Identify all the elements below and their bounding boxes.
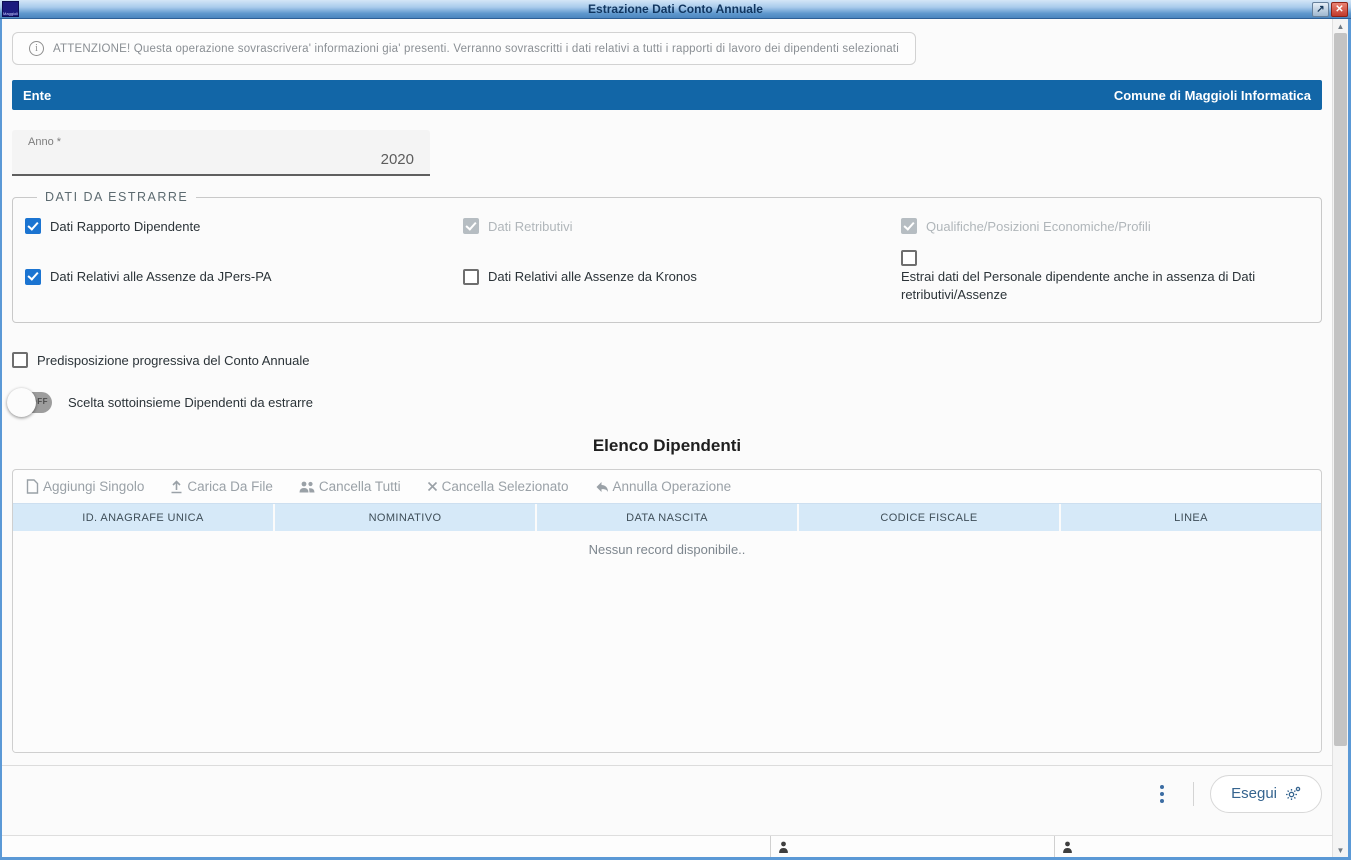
elenco-dipendenti-title: Elenco Dipendenti [2, 436, 1332, 456]
table-header-row: ID. ANAGRAFE UNICA NOMINATIVO DATA NASCI… [13, 503, 1321, 531]
checkbox-dati-retributivi: Dati Retributivi [463, 218, 901, 234]
checkbox-checked-disabled-icon [463, 218, 479, 234]
grid-toolbar: Aggiungi Singolo Carica Da File Cancella… [13, 470, 1321, 503]
esegui-label: Esegui [1231, 785, 1277, 802]
warning-text: ATTENZIONE! Questa operazione sovrascriv… [53, 43, 899, 55]
checkbox-unchecked-icon[interactable] [12, 352, 28, 368]
action-footer: Esegui [2, 766, 1332, 821]
checkbox-qualifiche-posizioni: Qualifiche/Posizioni Economiche/Profili [901, 218, 1309, 234]
footer-separator [1193, 782, 1194, 806]
close-button[interactable]: ✕ [1331, 2, 1348, 17]
checkbox-unchecked-icon[interactable] [463, 269, 479, 285]
cancella-tutti-button[interactable]: Cancella Tutti [299, 479, 401, 494]
anno-label: Anno * [28, 136, 414, 148]
toggle-scelta-sottoinsieme[interactable]: OFF Scelta sottoinsieme Dipendenti da es… [12, 392, 1332, 413]
checkbox-assenze-jpers-pa[interactable]: Dati Relativi alle Assenze da JPers-PA [25, 250, 463, 303]
close-x-icon [427, 481, 438, 492]
checkbox-predisposizione-progressiva[interactable]: Predisposizione progressiva del Conto An… [12, 352, 1332, 368]
column-header-linea: LINEA [1059, 504, 1321, 531]
column-header-data-nascita: DATA NASCITA [535, 504, 797, 531]
people-icon [299, 480, 315, 493]
empty-table-message: Nessun record disponibile.. [13, 531, 1321, 557]
user-icon [1062, 841, 1073, 853]
user-icon [778, 841, 789, 853]
scrollbar-thumb[interactable] [1334, 33, 1347, 746]
checkbox-estrai-personale[interactable]: Estrai dati del Personale dipendente anc… [901, 250, 1281, 303]
anno-field[interactable]: Anno * 2020 [12, 130, 430, 176]
ente-value: Comune di Maggioli Informatica [1114, 88, 1311, 103]
scroll-up-icon[interactable]: ▲ [1333, 19, 1348, 33]
toggle-knob[interactable] [7, 388, 36, 417]
checkbox-unchecked-icon[interactable] [901, 250, 917, 266]
carica-da-file-button[interactable]: Carica Da File [170, 479, 273, 494]
checkbox-dati-rapporto-dipendente[interactable]: Dati Rapporto Dipendente [25, 218, 463, 234]
ente-bar: Ente Comune di Maggioli Informatica [12, 80, 1322, 110]
cancella-selezionato-button[interactable]: Cancella Selezionato [427, 479, 569, 494]
fieldset-legend: DATI DA ESTRARRE [37, 190, 196, 204]
popout-button[interactable]: ↗ [1312, 2, 1329, 17]
document-icon [26, 479, 39, 494]
table-body: Nessun record disponibile.. [13, 531, 1321, 752]
dati-da-estrarre-fieldset: DATI DA ESTRARRE Dati Rapporto Dipendent… [12, 190, 1322, 323]
checkbox-checked-icon[interactable] [25, 218, 41, 234]
upload-icon [170, 480, 183, 494]
column-header-codice-fiscale: CODICE FISCALE [797, 504, 1059, 531]
checkbox-checked-icon[interactable] [25, 269, 41, 285]
warning-banner: i ATTENZIONE! Questa operazione sovrascr… [12, 32, 916, 65]
ente-label: Ente [23, 88, 51, 103]
aggiungi-singolo-button[interactable]: Aggiungi Singolo [26, 479, 144, 494]
column-header-nominativo: NOMINATIVO [273, 504, 535, 531]
gears-icon [1285, 786, 1301, 801]
checkbox-checked-disabled-icon [901, 218, 917, 234]
esegui-button[interactable]: Esegui [1210, 775, 1322, 813]
info-icon: i [29, 41, 44, 56]
status-bar [2, 835, 1332, 857]
vertical-scrollbar[interactable]: ▲ ▼ [1332, 19, 1348, 857]
scrollbar-track[interactable] [1333, 33, 1348, 843]
toggle-label: Scelta sottoinsieme Dipendenti da estrar… [68, 395, 313, 410]
window-title: Estrazione Dati Conto Annuale [0, 2, 1351, 16]
status-cell-user-2 [1054, 836, 1332, 857]
scroll-down-icon[interactable]: ▼ [1333, 843, 1348, 857]
employees-grid: Aggiungi Singolo Carica Da File Cancella… [12, 469, 1322, 753]
status-cell-user-1 [770, 836, 1054, 857]
title-bar[interactable]: Maggioli Estrazione Dati Conto Annuale ↗… [0, 0, 1351, 19]
more-options-button[interactable] [1147, 779, 1177, 809]
checkbox-assenze-kronos[interactable]: Dati Relativi alle Assenze da Kronos [463, 250, 901, 303]
back-arrow-icon [595, 481, 609, 493]
app-window: Maggioli Estrazione Dati Conto Annuale ↗… [0, 0, 1351, 860]
anno-value[interactable]: 2020 [28, 151, 414, 168]
column-header-id-anagrafe: ID. ANAGRAFE UNICA [13, 504, 273, 531]
main-content: i ATTENZIONE! Questa operazione sovrascr… [2, 19, 1332, 857]
annulla-operazione-button[interactable]: Annulla Operazione [595, 479, 732, 494]
toggle-off-switch[interactable]: OFF [12, 392, 52, 413]
